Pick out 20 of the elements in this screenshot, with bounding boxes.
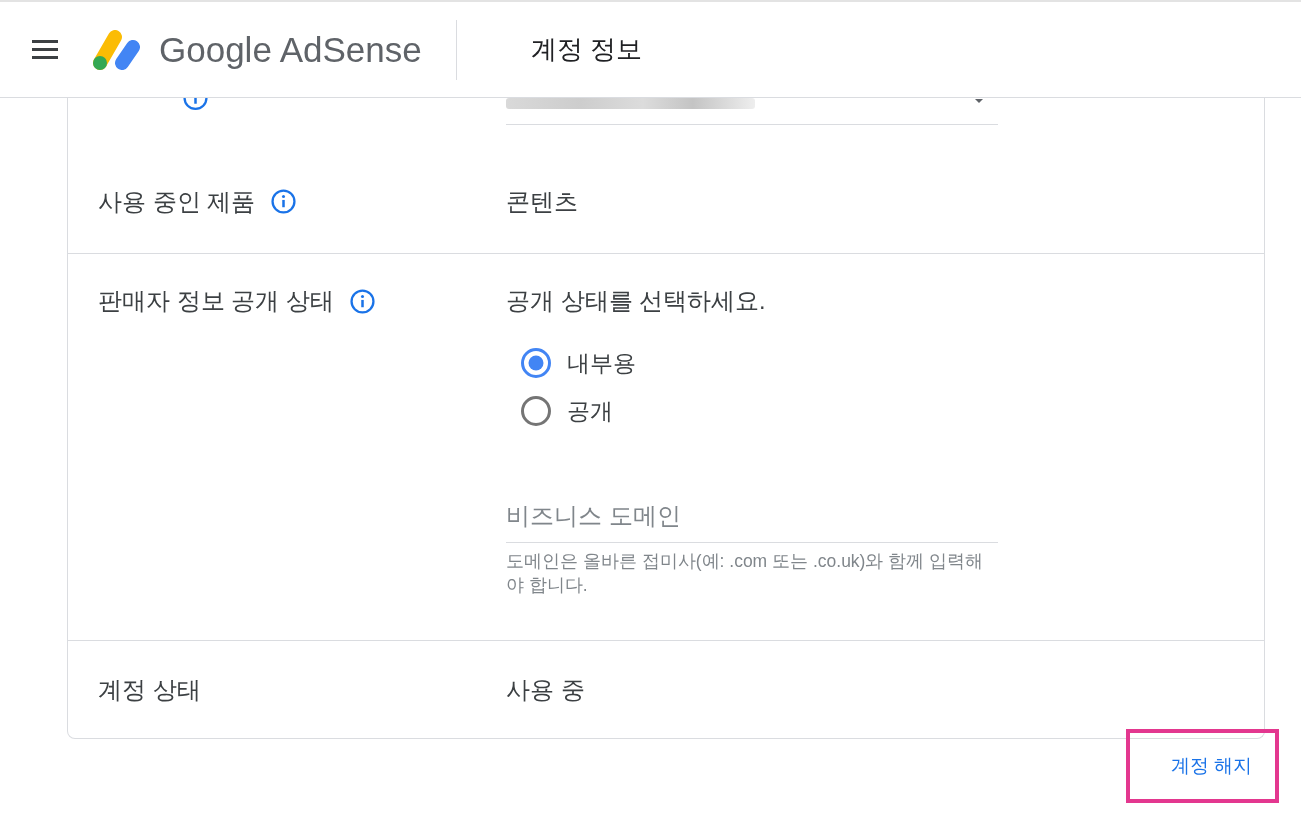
row-label: 사용 중인 제품: [98, 187, 256, 217]
helper-text: 도메인은 올바른 접미사(예: .com 또는 .co.uk)와 함께 입력해야 합니다.: [506, 550, 985, 597]
page-title: 계정 정보: [530, 33, 642, 66]
radio-option[interactable]: 공개: [521, 387, 636, 435]
brand-name: Google AdSense: [159, 29, 422, 70]
logo-icon: [93, 29, 140, 70]
caret-icon: [975, 99, 983, 103]
row-value: 사용 중: [506, 675, 585, 705]
close-account-button[interactable]: 계정 해지: [1158, 748, 1264, 784]
row-label: 계정 상태: [98, 675, 201, 705]
radio-option[interactable]: 내부용: [521, 339, 636, 387]
dropdown-field[interactable]: [506, 98, 998, 125]
menu-icon[interactable]: [32, 40, 58, 59]
row-label: 판매자 정보 공개 상태: [98, 287, 334, 316]
info-icon[interactable]: [349, 288, 375, 314]
row-value: 콘텐츠: [506, 187, 578, 217]
info-icon[interactable]: [183, 98, 208, 111]
info-icon[interactable]: [271, 189, 297, 214]
prompt-text: 공개 상태를 선택하세요.: [506, 287, 766, 316]
domain-field[interactable]: 비즈니스 도메인: [506, 492, 998, 543]
